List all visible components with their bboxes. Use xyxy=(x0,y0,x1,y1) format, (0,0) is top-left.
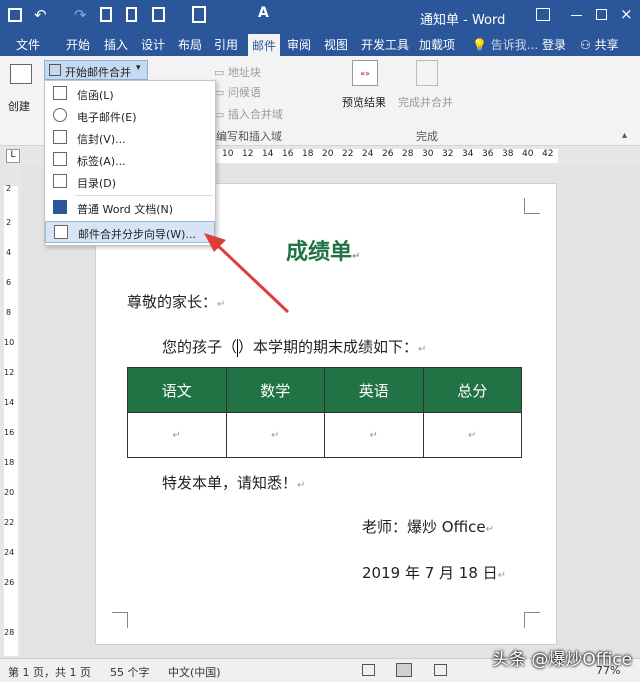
read-mode-icon[interactable] xyxy=(362,664,375,676)
status-bar: 第 1 页，共 1 页 55 个字 中文(中国) 77% 头条 @爆炒Offic… xyxy=(0,650,640,682)
arrow-shaft xyxy=(212,240,290,314)
word-count[interactable]: 55 个字 xyxy=(110,664,150,680)
web-layout-icon[interactable] xyxy=(434,664,447,676)
page-count[interactable]: 第 1 页，共 1 页 xyxy=(8,664,91,680)
language-indicator[interactable]: 中文(中国) xyxy=(168,664,221,680)
print-layout-icon[interactable] xyxy=(396,663,412,677)
annotation-arrow xyxy=(204,233,290,314)
watermark: 头条 @爆炒Office xyxy=(492,650,633,670)
